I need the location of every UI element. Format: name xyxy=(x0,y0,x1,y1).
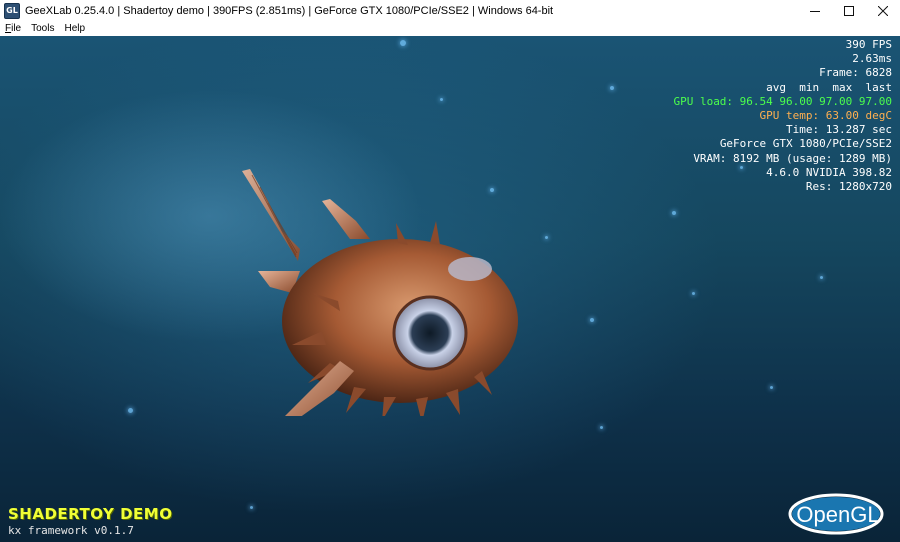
bubble xyxy=(610,86,614,90)
menu-help[interactable]: Help xyxy=(64,23,85,34)
bubble xyxy=(692,292,695,295)
stats-header: avg min max last xyxy=(766,80,892,94)
time-readout: Time: 13.287 sec xyxy=(786,123,892,137)
bubble xyxy=(440,98,443,101)
resolution-readout: Res: 1280x720 xyxy=(805,180,892,194)
menu-file-label: ile xyxy=(11,23,22,34)
maximize-button[interactable] xyxy=(832,0,866,21)
opengl-logo-text: OpenGL xyxy=(796,502,879,527)
fps-readout: 390 FPS xyxy=(845,38,892,51)
demo-subtitle: kx framework v0.1.7 xyxy=(8,524,134,537)
menu-file[interactable]: File xyxy=(5,23,21,34)
app-icon[interactable]: GL xyxy=(4,2,20,19)
bubble xyxy=(545,236,548,239)
opengl-logo: OpenGL xyxy=(788,493,884,535)
window-controls xyxy=(798,0,900,21)
minimize-icon xyxy=(810,10,820,12)
bubble xyxy=(820,276,823,279)
bubble xyxy=(672,211,676,215)
gpu-temp-readout: GPU temp: 63.00 degC xyxy=(759,109,892,123)
stats-overlay: 390 FPS 2.63ms Frame: 6828 avg min max last… xyxy=(673,38,892,194)
close-button[interactable] xyxy=(866,0,900,21)
menu-bar: File Tools Help xyxy=(0,21,900,36)
bubble xyxy=(128,408,133,413)
vram-readout: VRAM: 8192 MB (usage: 1289 MB) xyxy=(693,151,892,165)
maximize-icon xyxy=(844,5,854,16)
gpu-load-readout: GPU load: 96.54 96.00 97.00 97.00 xyxy=(673,94,892,108)
bubble xyxy=(250,506,253,509)
window-title: GeeXLab 0.25.4.0 | Shadertoy demo | 390F… xyxy=(25,4,554,17)
render-viewport[interactable]: 390 FPS 2.63ms Frame: 6828 avg min max last… xyxy=(0,36,900,542)
frametime-readout: 2.63ms xyxy=(852,52,892,66)
title-bar: GL GeeXLab 0.25.4.0 | Shadertoy demo | 3… xyxy=(0,0,900,21)
bubble xyxy=(400,40,406,46)
close-icon xyxy=(878,5,888,16)
menu-tools[interactable]: Tools xyxy=(31,23,54,34)
bubble xyxy=(590,318,594,322)
frame-counter: Frame: 6828 xyxy=(819,66,892,80)
bubble xyxy=(770,386,773,389)
demo-title: SHADERTOY DEMO xyxy=(8,505,173,523)
minimize-button[interactable] xyxy=(798,0,832,21)
bubble xyxy=(600,426,603,429)
pufferfish-render xyxy=(242,169,518,416)
gpu-name: GeForce GTX 1080/PCIe/SSE2 xyxy=(719,137,892,151)
driver-version: 4.6.0 NVIDIA 398.82 xyxy=(766,165,892,179)
